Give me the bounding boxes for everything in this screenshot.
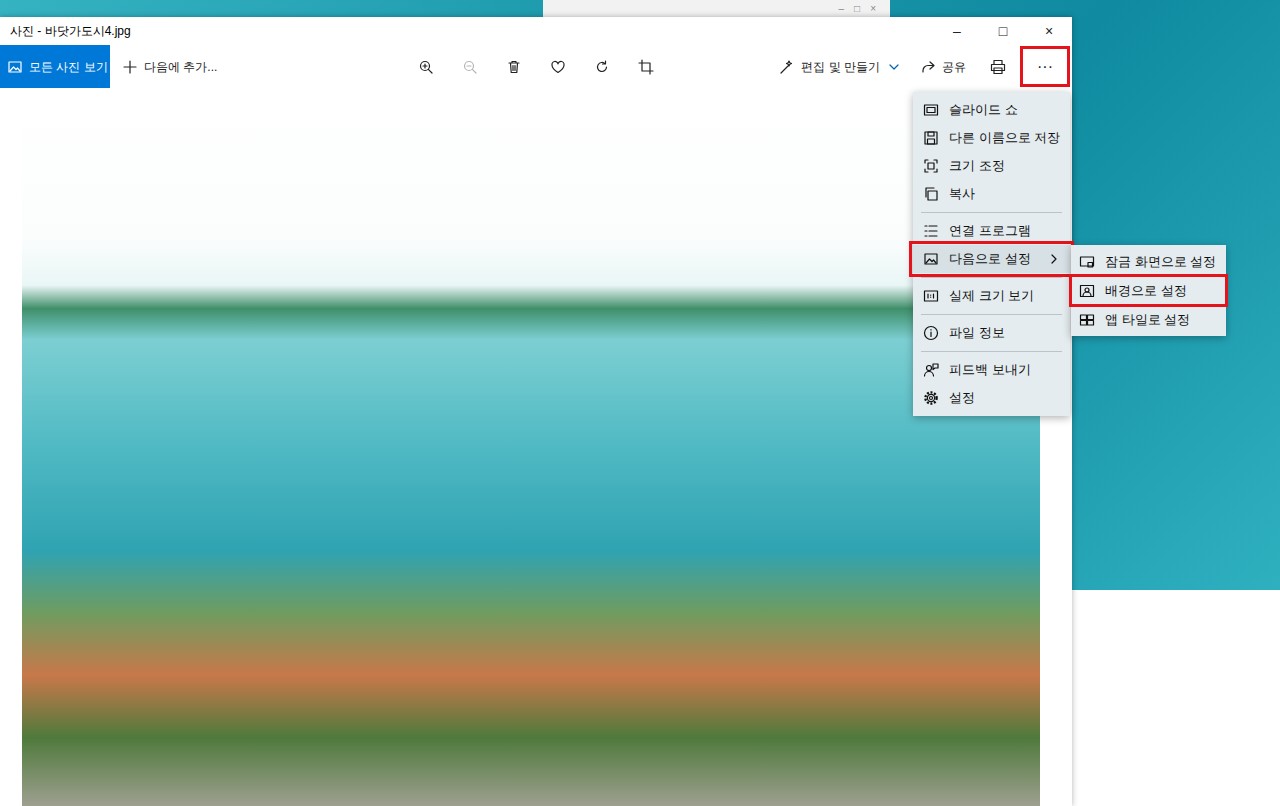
background-window: –□ × [543, 0, 890, 17]
submenu-item-label: 배경으로 설정 [1105, 281, 1187, 301]
title-bar: 사진 - 바닷가도시4.jpg–□× [0, 17, 1072, 45]
share-icon [920, 59, 936, 75]
menu-separator [913, 208, 1070, 217]
menu-separator [913, 310, 1070, 319]
lock-screen-icon [1079, 254, 1095, 270]
menu-item[interactable]: 설정 [913, 384, 1070, 412]
toolbar-left: 모든 사진 보기 다음에 추가... [0, 45, 404, 88]
tile-icon [1079, 312, 1095, 328]
menu-item[interactable]: 복사 [913, 180, 1070, 208]
menu-item[interactable]: 실제 크기 보기 [913, 282, 1070, 310]
window-title: 사진 - 바닷가도시4.jpg [0, 22, 934, 40]
toolbar-tools [404, 45, 668, 88]
menu-item[interactable]: 다음으로 설정잠금 화면으로 설정배경으로 설정앱 타일로 설정 [913, 245, 1070, 273]
separator-line [921, 277, 1062, 278]
submenu: 잠금 화면으로 설정배경으로 설정앱 타일로 설정 [1071, 245, 1226, 336]
separator-line [921, 314, 1062, 315]
menu-item-label: 파일 정보 [949, 323, 1062, 343]
menu-item-label: 연결 프로그램 [949, 221, 1062, 241]
image-icon [7, 59, 23, 75]
print-icon [990, 59, 1006, 75]
settings-icon [923, 390, 939, 406]
add-to-label: 다음에 추가... [144, 58, 217, 76]
menu-item-label: 크기 조정 [949, 156, 1062, 176]
favorite-button[interactable] [536, 45, 580, 88]
add-to-button[interactable]: 다음에 추가... [110, 45, 217, 88]
delete-button[interactable] [492, 45, 536, 88]
edit-icon [779, 59, 795, 75]
all-photos-label: 모든 사진 보기 [29, 58, 108, 76]
photo [22, 98, 1040, 806]
toolbar-right: 편집 및 만들기 공유 ··· [668, 45, 1072, 88]
menu-item[interactable]: 연결 프로그램 [913, 217, 1070, 245]
submenu-item-label: 잠금 화면으로 설정 [1105, 252, 1216, 272]
window-control[interactable]: × [870, 4, 876, 14]
menu-item[interactable]: 크기 조정 [913, 152, 1070, 180]
window-control[interactable]: □ [854, 4, 860, 14]
window-control[interactable]: – [934, 17, 980, 45]
separator-line [921, 212, 1062, 213]
delete-icon [506, 59, 522, 75]
submenu-item[interactable]: 배경으로 설정 [1071, 276, 1226, 305]
more-label: ··· [1037, 59, 1053, 75]
window-controls: –□× [934, 17, 1072, 45]
submenu-item-label: 앱 타일로 설정 [1105, 310, 1190, 330]
open-with-icon [923, 223, 939, 239]
menu-separator [913, 273, 1070, 282]
crop-button[interactable] [624, 45, 668, 88]
zoom-out-button[interactable] [448, 45, 492, 88]
more-button[interactable]: ··· [1020, 46, 1070, 87]
edit-create-label: 편집 및 만들기 [801, 58, 880, 76]
menu-item-label: 다른 이름으로 저장 [949, 128, 1062, 148]
zoom-in-icon [418, 59, 434, 75]
resize-icon [923, 158, 939, 174]
chevron-right-icon [1046, 251, 1062, 267]
menu-item[interactable]: 슬라이드 쇼 [913, 96, 1070, 124]
menu-item-label: 슬라이드 쇼 [949, 100, 1062, 120]
background-icon [1079, 283, 1095, 299]
menu-item-label: 설정 [949, 388, 1062, 408]
favorite-icon [550, 59, 566, 75]
rotate-icon [594, 59, 610, 75]
zoom-out-icon [462, 59, 478, 75]
submenu-item[interactable]: 잠금 화면으로 설정 [1071, 247, 1226, 276]
info-icon [923, 325, 939, 341]
feedback-icon [923, 362, 939, 378]
slideshow-icon [923, 102, 939, 118]
share-button[interactable]: 공유 [910, 45, 976, 88]
menu-item[interactable]: 파일 정보 [913, 319, 1070, 347]
menu-item-label: 복사 [949, 184, 1062, 204]
photos-window: 사진 - 바닷가도시4.jpg–□× 모든 사진 보기 다음에 추가... 편집 및 … [0, 17, 1072, 806]
separator-line [921, 351, 1062, 352]
copy-icon [923, 186, 939, 202]
menu-item[interactable]: 피드백 보내기 [913, 356, 1070, 384]
menu-item-label: 피드백 보내기 [949, 360, 1062, 380]
set-as-icon [923, 251, 939, 267]
edit-create-button[interactable]: 편집 및 만들기 [771, 45, 910, 88]
crop-icon [638, 59, 654, 75]
print-button[interactable] [976, 45, 1020, 88]
chevron-down-icon [886, 59, 902, 75]
photo-viewport [0, 88, 1072, 806]
save-icon [923, 130, 939, 146]
submenu-item[interactable]: 앱 타일로 설정 [1071, 305, 1226, 334]
window-control[interactable]: × [1026, 17, 1072, 45]
window-control[interactable]: – [839, 4, 845, 14]
menu-separator [913, 347, 1070, 356]
zoom-in-button[interactable] [404, 45, 448, 88]
plus-icon [122, 59, 138, 75]
all-photos-button[interactable]: 모든 사진 보기 [0, 45, 110, 88]
toolbar: 모든 사진 보기 다음에 추가... 편집 및 만들기 공유 ··· [0, 45, 1072, 88]
rotate-button[interactable] [580, 45, 624, 88]
menu-item-label: 다음으로 설정 [949, 249, 1036, 269]
context-menu: 슬라이드 쇼다른 이름으로 저장크기 조정복사연결 프로그램다음으로 설정잠금 … [913, 92, 1070, 416]
menu-item-label: 실제 크기 보기 [949, 286, 1062, 306]
menu-item[interactable]: 다른 이름으로 저장 [913, 124, 1070, 152]
window-control[interactable]: □ [980, 17, 1026, 45]
actual-size-icon [923, 288, 939, 304]
share-label: 공유 [942, 58, 966, 76]
